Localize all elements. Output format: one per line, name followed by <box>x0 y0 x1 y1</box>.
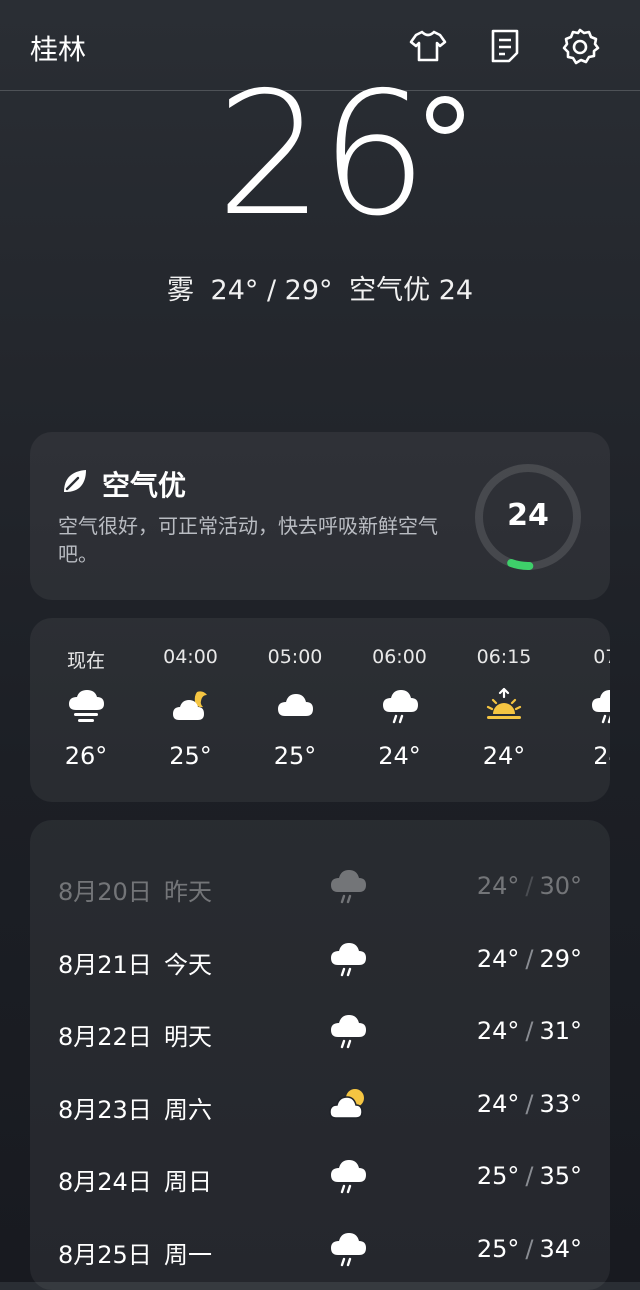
rain-icon <box>557 686 610 726</box>
daily-high: 33° <box>539 1089 582 1118</box>
daily-date: 8月23日 <box>58 1095 152 1124</box>
rain-icon <box>328 866 368 906</box>
rain-icon <box>328 1011 368 1051</box>
daily-date: 8月21日 <box>58 950 152 979</box>
hourly-time: 05:00 <box>267 646 323 668</box>
daily-low: 24° <box>476 1017 520 1045</box>
daily-high: 29° <box>539 944 582 973</box>
daily-high: 34° <box>539 1234 582 1263</box>
daily-temps: 24°/30° <box>477 872 582 900</box>
daily-day-name: 今天 <box>164 950 212 979</box>
daily-row[interactable]: 8月20日 昨天 24°/30° <box>30 856 610 916</box>
daily-row[interactable]: 8月23日 周六 24°/33° <box>30 1074 610 1134</box>
daily-temps: 24°/29° <box>477 945 582 973</box>
daily-row[interactable]: 8月21日 今天 24°/29° <box>30 929 610 989</box>
gear-icon[interactable] <box>560 26 600 66</box>
hourly-temp: 24° <box>378 742 421 770</box>
current-temperature: 26 <box>215 56 428 254</box>
daily-day-name: 明天 <box>164 1023 212 1051</box>
hourly-forecast[interactable]: 现在 26° 04:00 25° 05:00 25° 06:00 24° 06:15 24° 07:… <box>30 618 610 802</box>
hourly-time: 07: <box>593 646 610 668</box>
rain-icon <box>328 1229 368 1269</box>
current-summary: 雾 24° / 29° 空气优 24 <box>0 268 640 307</box>
daily-day-name: 周一 <box>164 1240 212 1269</box>
hourly-item: 07: 24 <box>557 646 610 770</box>
cloudy-night-icon <box>139 686 243 726</box>
temp-separator: / <box>525 1089 534 1118</box>
aqi-title: 空气优 <box>102 469 187 502</box>
hourly-time: 04:00 <box>163 646 218 668</box>
daily-date: 8月25日 <box>58 1240 152 1269</box>
daily-low: 24° <box>476 944 520 973</box>
hourly-temp: 25° <box>169 742 212 770</box>
rain-icon <box>348 686 452 726</box>
city-name[interactable]: 桂林 <box>30 28 86 68</box>
hourly-time: 06:00 <box>372 646 427 668</box>
daily-row[interactable]: 8月24日 周日 25°/35° <box>30 1146 610 1206</box>
hourly-item: 现在 26° <box>34 646 138 770</box>
hourly-temp: 24 <box>593 742 610 770</box>
daily-date: 8月22日 <box>58 1023 152 1051</box>
hourly-temp: 25° <box>273 742 317 770</box>
aqi-value: 24 <box>507 498 549 533</box>
daily-high: 31° <box>539 1017 582 1045</box>
partly-cloudy-icon <box>328 1084 368 1124</box>
daily-low: 25° <box>476 1234 520 1263</box>
leaf-icon <box>60 466 90 496</box>
current-condition: 雾 <box>166 275 194 306</box>
aqi-description: 空气很好，可正常活动，快去呼吸新鲜空气吧。 <box>58 514 438 566</box>
daily-low: 24° <box>476 1089 520 1118</box>
daily-high: 35° <box>539 1162 582 1190</box>
temp-separator: / <box>525 1162 534 1190</box>
daily-row[interactable]: 8月25日 周一 25°/34° <box>30 1219 610 1279</box>
hourly-item: 05:00 25° <box>243 646 347 770</box>
daily-temps: 25°/35° <box>477 1162 582 1190</box>
daily-forecast[interactable]: 8月20日 昨天 24°/30° 8月21日 今天 24°/29° 8月22日 明天 24°/3… <box>30 820 610 1290</box>
hourly-temp: 26° <box>64 742 108 770</box>
current-low-high: 24° / 29° <box>210 275 333 306</box>
temp-separator: / <box>525 872 534 900</box>
daily-date: 8月24日 <box>58 1168 152 1196</box>
temp-separator: / <box>525 1234 534 1263</box>
fog-icon <box>34 686 138 726</box>
daily-temps: 25°/34° <box>477 1235 582 1263</box>
hourly-item: 06:00 24° <box>348 646 452 770</box>
document-icon[interactable] <box>485 26 525 66</box>
aqi-card[interactable]: 空气优 空气很好，可正常活动，快去呼吸新鲜空气吧。 24 <box>30 432 610 600</box>
daily-low: 25° <box>476 1162 520 1190</box>
daily-temps: 24°/31° <box>477 1017 582 1045</box>
daily-temps: 24°/33° <box>477 1090 582 1118</box>
hourly-time: 06:15 <box>476 646 532 668</box>
daily-low: 24° <box>476 872 520 900</box>
hourly-item: 04:00 25° <box>139 646 243 770</box>
daily-day-name: 昨天 <box>164 878 212 906</box>
cloud-icon <box>243 686 347 726</box>
hourly-time: 现在 <box>66 650 105 672</box>
daily-day-name: 周六 <box>164 1095 212 1124</box>
daily-high: 30° <box>539 872 582 900</box>
degree-symbol <box>426 96 464 134</box>
current-aqi[interactable]: 空气优 24 <box>349 275 473 306</box>
rain-icon <box>328 939 368 979</box>
hourly-item: 06:15 24° <box>452 646 556 770</box>
rain-icon <box>328 1156 368 1196</box>
daily-date: 8月20日 <box>58 878 152 906</box>
temp-separator: / <box>525 1017 534 1045</box>
hourly-temp: 24° <box>482 742 526 770</box>
daily-day-name: 周日 <box>164 1168 212 1196</box>
sunrise-icon <box>452 686 556 726</box>
temp-separator: / <box>525 944 534 973</box>
daily-row[interactable]: 8月22日 明天 24°/31° <box>30 1001 610 1061</box>
